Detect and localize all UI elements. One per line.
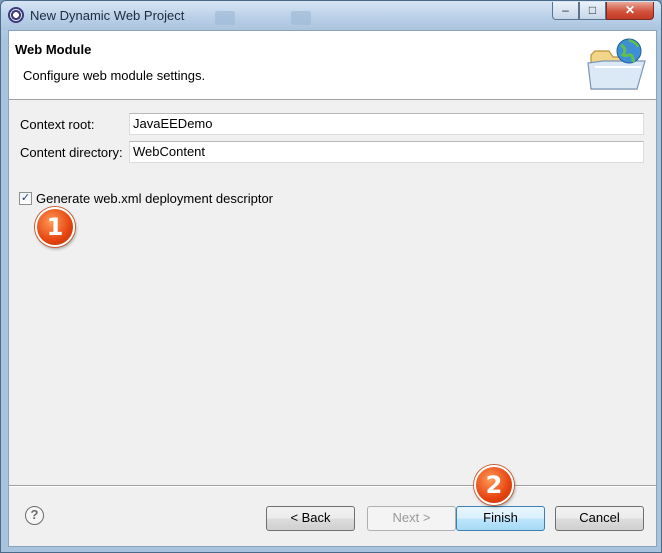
background-decoration — [215, 11, 235, 25]
content-directory-label: Content directory: — [20, 145, 123, 160]
folder-globe-icon — [587, 38, 646, 90]
close-button[interactable]: ✕ — [606, 2, 654, 20]
background-decoration — [291, 11, 311, 25]
generate-web-xml-checkbox[interactable]: ✓ — [19, 192, 32, 205]
step-2-badge: 2 — [474, 465, 514, 505]
minimize-button[interactable]: – — [552, 2, 579, 20]
title-bar[interactable]: New Dynamic Web Project – □ ✕ — [1, 1, 661, 30]
step-1-badge: 1 — [35, 207, 75, 247]
generate-web-xml-label[interactable]: Generate web.xml deployment descriptor — [36, 191, 273, 206]
window-title: New Dynamic Web Project — [30, 8, 185, 23]
footer-separator — [9, 485, 656, 487]
content-directory-input[interactable]: WebContent — [129, 141, 644, 163]
page-description: Configure web module settings. — [23, 68, 206, 83]
finish-button[interactable]: Finish — [456, 506, 545, 531]
context-root-label: Context root: — [20, 117, 95, 132]
next-button[interactable]: Next > — [367, 506, 456, 531]
cancel-button[interactable]: Cancel — [555, 506, 644, 531]
dialog-window: New Dynamic Web Project – □ ✕ Web Module… — [0, 0, 662, 553]
eclipse-icon — [8, 7, 24, 23]
page-title: Web Module — [15, 42, 92, 57]
wizard-header: Web Module Configure web module settings… — [9, 31, 656, 100]
back-button[interactable]: < Back — [266, 506, 355, 531]
maximize-button[interactable]: □ — [579, 2, 606, 20]
context-root-input[interactable]: JavaEEDemo — [129, 113, 644, 135]
help-icon[interactable]: ? — [25, 506, 44, 525]
dialog-content: Web Module Configure web module settings… — [8, 30, 657, 547]
